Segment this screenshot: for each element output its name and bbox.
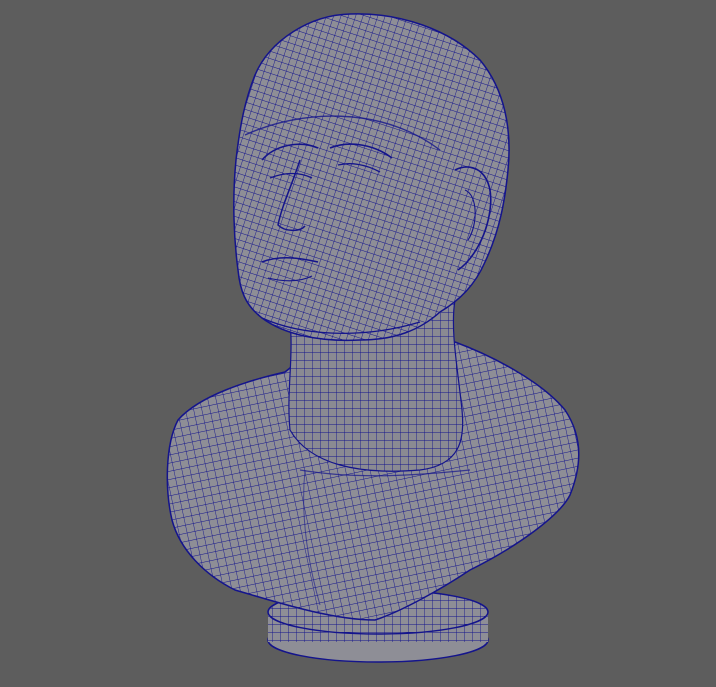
bust-head bbox=[233, 13, 510, 342]
3d-viewport[interactable] bbox=[0, 0, 716, 687]
bust-model[interactable] bbox=[0, 0, 716, 687]
